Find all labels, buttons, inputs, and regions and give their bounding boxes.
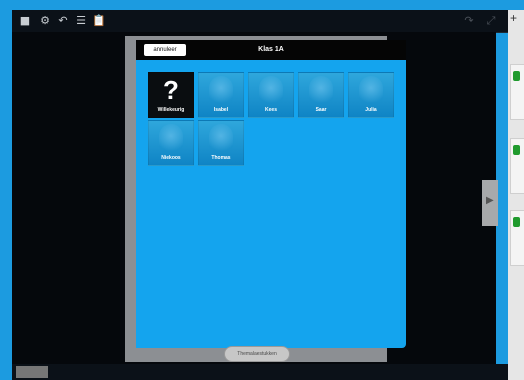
student-photo (259, 76, 283, 106)
clipboard-icon[interactable]: 📋 (92, 14, 106, 28)
sidebar-thumbnail[interactable] (510, 210, 524, 266)
student-name: Willekeurig (157, 107, 185, 113)
cancel-button[interactable]: annuleer (144, 44, 186, 56)
student-name: Kees (265, 107, 277, 113)
student-photo (209, 76, 233, 106)
student-name: Julia (365, 107, 377, 113)
student-tile[interactable]: Kees (248, 72, 294, 118)
student-tile[interactable]: Saar (298, 72, 344, 118)
question-mark-icon: ? (163, 75, 179, 105)
theme-pill-button[interactable]: Themalaestukken (224, 346, 290, 362)
dialog-header: Klas 1A annuleer (136, 40, 406, 60)
student-tile[interactable]: Julia (348, 72, 394, 118)
student-photo (359, 76, 383, 106)
student-tile[interactable]: Niekoos (148, 120, 194, 166)
dialog-body: ? Willekeurig Isabel Kees Saar Julia Nie… (136, 60, 406, 348)
student-name: Isabel (213, 107, 229, 113)
student-photo (159, 124, 183, 154)
panel-handle[interactable]: ▶ (482, 180, 498, 226)
bottom-bar (12, 364, 508, 380)
settings-icon[interactable]: ⚙ (38, 14, 52, 28)
chevron-right-icon: ▶ (486, 195, 494, 206)
student-name: Thomas (211, 155, 231, 161)
student-photo (309, 76, 333, 106)
undo-icon[interactable]: ↶ (56, 14, 70, 28)
student-tile[interactable]: Isabel (198, 72, 244, 118)
sidebar-thumbnail[interactable] (510, 64, 524, 120)
add-icon[interactable]: + (510, 12, 517, 24)
sidebar-thumbnail[interactable] (510, 138, 524, 194)
student-name: Niekoos (161, 155, 181, 161)
student-tile-random[interactable]: ? Willekeurig (148, 72, 194, 118)
top-toolbar: ■ ⚙ ↶ ☰ 📋 ↷ ⤢ (12, 10, 508, 33)
list-icon[interactable]: ☰ (74, 14, 88, 28)
redo-icon[interactable]: ↷ (462, 14, 476, 28)
status-box (16, 366, 48, 378)
square-icon[interactable]: ■ (18, 14, 32, 28)
right-sidebar: + (508, 10, 524, 380)
expand-icon[interactable]: ⤢ (484, 14, 498, 28)
student-name: Saar (315, 107, 327, 113)
student-tile[interactable]: Thomas (198, 120, 244, 166)
student-photo (209, 124, 233, 154)
